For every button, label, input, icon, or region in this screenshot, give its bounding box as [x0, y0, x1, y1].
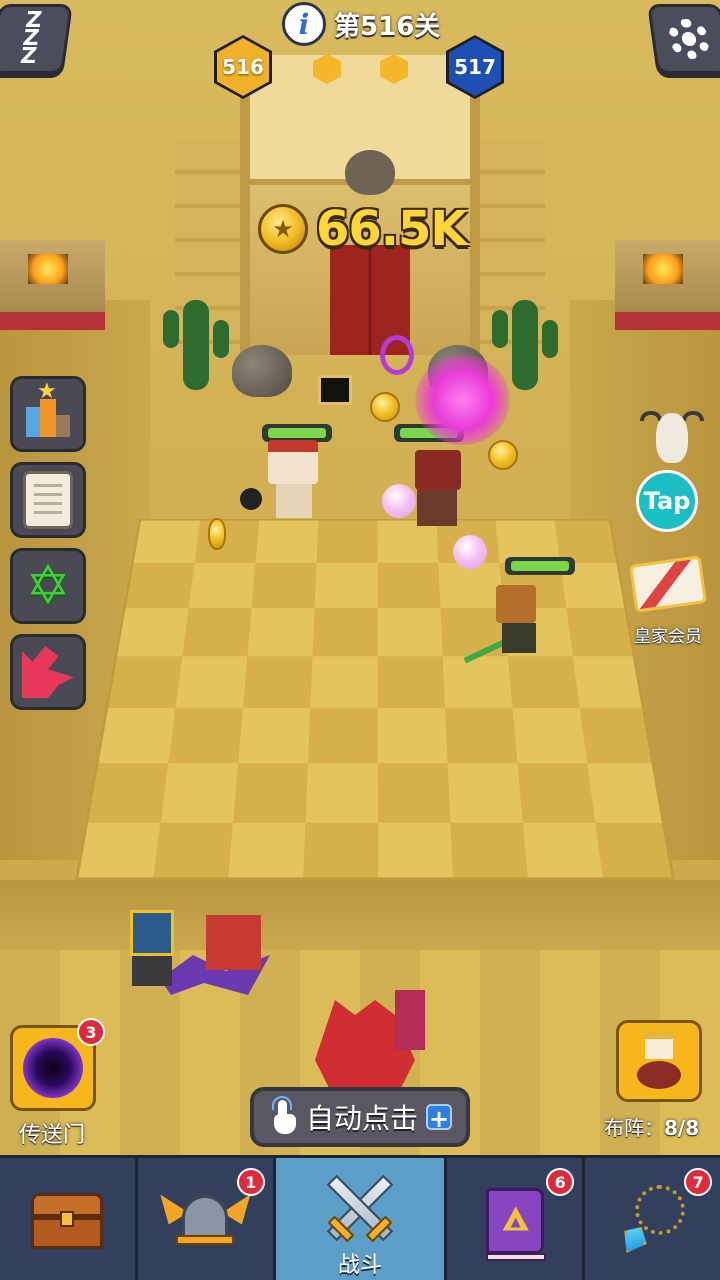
nav-tab-battle[interactable]: 战斗: [275, 1158, 448, 1280]
portal-icon: [23, 1038, 83, 1098]
nav-label-battle: 战斗: [338, 1253, 383, 1278]
coin-drop[interactable]: [488, 440, 518, 470]
enemy-health-bar: [505, 557, 575, 575]
leaderboard-icon: ★: [26, 381, 70, 439]
tap-hand-icon: [268, 1096, 298, 1134]
nav-tab-chest[interactable]: [0, 1158, 138, 1280]
enemy-dark-unit[interactable]: [318, 375, 358, 420]
fire-icon: [643, 254, 683, 284]
nav-badge: 6: [546, 1168, 575, 1196]
enemy-barbarian[interactable]: [240, 440, 328, 520]
royal-membership-button[interactable]: 皇家会员: [620, 555, 716, 647]
royal-membership-label: 皇家会员: [634, 627, 702, 647]
checkered-arena: [75, 518, 675, 880]
cactus-icon: [163, 300, 229, 390]
coin-drop[interactable]: [370, 392, 400, 422]
nav-badge: 7: [684, 1168, 713, 1196]
portal-label: 传送门: [18, 1123, 85, 1148]
mace-icon: [240, 488, 262, 510]
bottom-navbar: 1 战斗 6 7: [0, 1155, 720, 1280]
crossed-swords-icon: [315, 1168, 405, 1248]
level-indicator: i 第516关: [282, 2, 440, 46]
sleep-icon: ZZZ: [18, 8, 44, 69]
winged-helmet-icon: [160, 1191, 251, 1251]
scroll-icon: [23, 471, 73, 529]
boulder-icon: [232, 345, 292, 397]
level-title: 第516关: [334, 11, 441, 42]
plus-icon: +: [426, 1104, 452, 1132]
spellbook-icon: [485, 1187, 546, 1261]
arena-ledge: [0, 880, 720, 950]
magic-orb-effect: [453, 535, 487, 569]
gold-coin-icon: ★: [258, 204, 308, 254]
ally-bat-rider: [160, 915, 300, 1025]
magic-burst-effect: [415, 355, 510, 445]
auto-click-button[interactable]: 自动点击 +: [250, 1087, 470, 1147]
hero-portrait-icon: [635, 1031, 683, 1091]
magic-orb-effect: [382, 484, 416, 518]
cactus-icon: [492, 300, 558, 390]
gold-amount: 66.5K: [316, 201, 468, 257]
enemy-spearman[interactable]: [462, 585, 562, 665]
arrow-icon: [22, 646, 74, 698]
quest-button[interactable]: [10, 462, 86, 538]
nav-tab-heroes[interactable]: 1: [137, 1158, 276, 1280]
leaderboard-button[interactable]: ★: [10, 376, 86, 452]
gold-counter: ★ 66.5K: [258, 198, 468, 260]
portal-badge: 3: [77, 1018, 105, 1046]
nav-tab-equipment[interactable]: 7: [585, 1158, 720, 1280]
formation-label: 布阵：8/8: [604, 1116, 700, 1140]
nav-tab-spellbook[interactable]: 6: [447, 1158, 586, 1280]
info-button[interactable]: i: [282, 2, 326, 46]
hexagram-icon: ✡: [25, 554, 71, 617]
ally-knight: [130, 910, 180, 990]
brazier-left: [0, 240, 105, 330]
settings-button[interactable]: [647, 4, 720, 74]
fire-icon: [28, 254, 68, 284]
cow-skull-icon: [640, 405, 704, 465]
info-icon: i: [298, 7, 310, 41]
auto-click-label: 自动点击: [305, 1102, 418, 1135]
enemy-tribal-warrior[interactable]: [405, 450, 470, 530]
coin-drop[interactable]: [208, 518, 226, 550]
gear-icon: [666, 19, 712, 59]
portal-button[interactable]: 3: [10, 1018, 105, 1111]
amulet-icon: [613, 1181, 693, 1261]
membership-card-icon: [629, 555, 707, 613]
tap-button[interactable]: Tap: [636, 470, 698, 532]
pot-icon: [345, 150, 395, 195]
boost-button[interactable]: [10, 634, 86, 710]
treasure-chest-icon: [31, 1192, 104, 1249]
brazier-right: [615, 240, 720, 330]
formation-button[interactable]: [616, 1020, 702, 1102]
sleep-button[interactable]: ZZZ: [0, 4, 73, 74]
talent-button[interactable]: ✡: [10, 548, 86, 624]
battle-scene[interactable]: [0, 0, 720, 1155]
magic-ring-effect: [380, 335, 414, 375]
nav-badge: 1: [236, 1168, 265, 1196]
